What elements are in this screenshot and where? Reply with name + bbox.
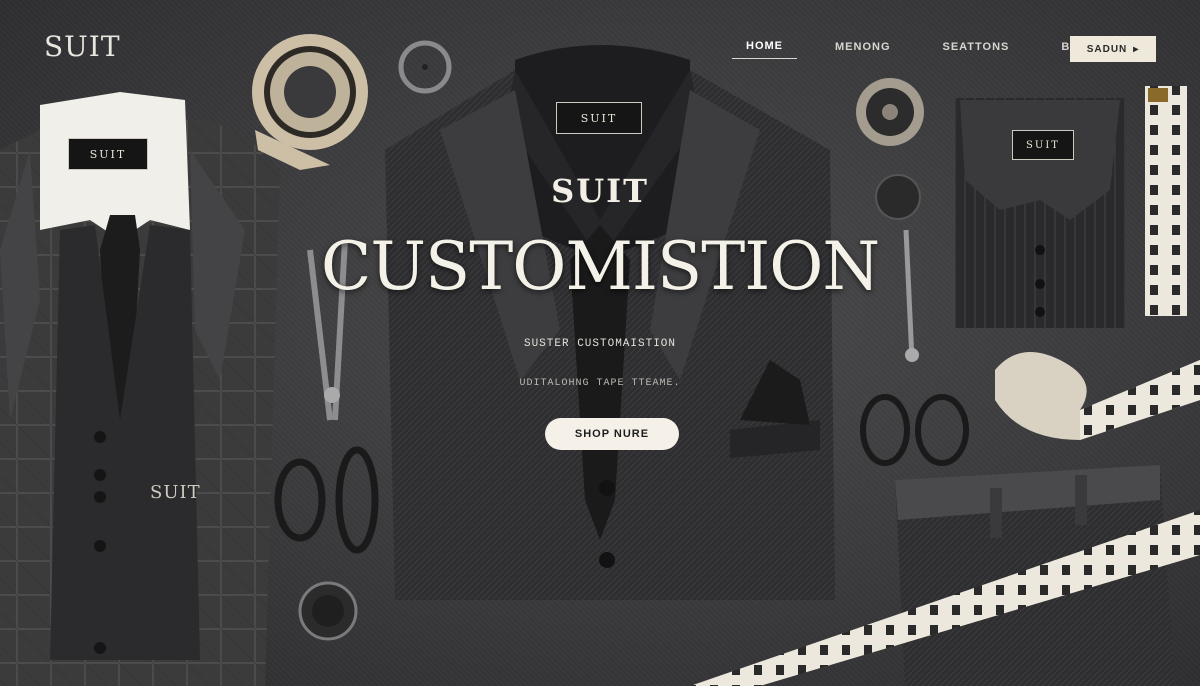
hero-subtitle-secondary: UDITALOHNG TAPE TTEAME.: [519, 378, 681, 389]
nav-item-seattons[interactable]: SEATTONS: [929, 39, 1024, 59]
collar-label-center: SUIT: [556, 102, 642, 134]
header-cta-button[interactable]: SADUN ▸: [1070, 36, 1156, 62]
chevron-icon: ▸: [1133, 43, 1140, 55]
shirt-label: SUIT: [1012, 130, 1074, 160]
hero-kicker: SUIT: [551, 172, 649, 210]
vest-label: SUIT: [150, 482, 201, 503]
shop-now-button[interactable]: SHOP NURE: [545, 418, 679, 450]
hero-subtitle: SUSTER CUSTOMAISTION: [523, 338, 677, 350]
page: SUIT SUIT SUIT SUIT SUIT HOME MENONG SEA…: [0, 0, 1200, 686]
tape-curl-illustration: [995, 352, 1200, 440]
nav-item-home[interactable]: HOME: [732, 38, 797, 59]
collar-label-left: SUIT: [68, 138, 148, 170]
tape-roll-illustration: [252, 34, 368, 170]
nav-item-menong[interactable]: MENONG: [821, 39, 905, 59]
header-cta-label: SADUN: [1086, 43, 1128, 55]
brand-logo[interactable]: SUIT: [44, 30, 121, 63]
hero-title: CUSTOMISTION: [320, 228, 880, 305]
